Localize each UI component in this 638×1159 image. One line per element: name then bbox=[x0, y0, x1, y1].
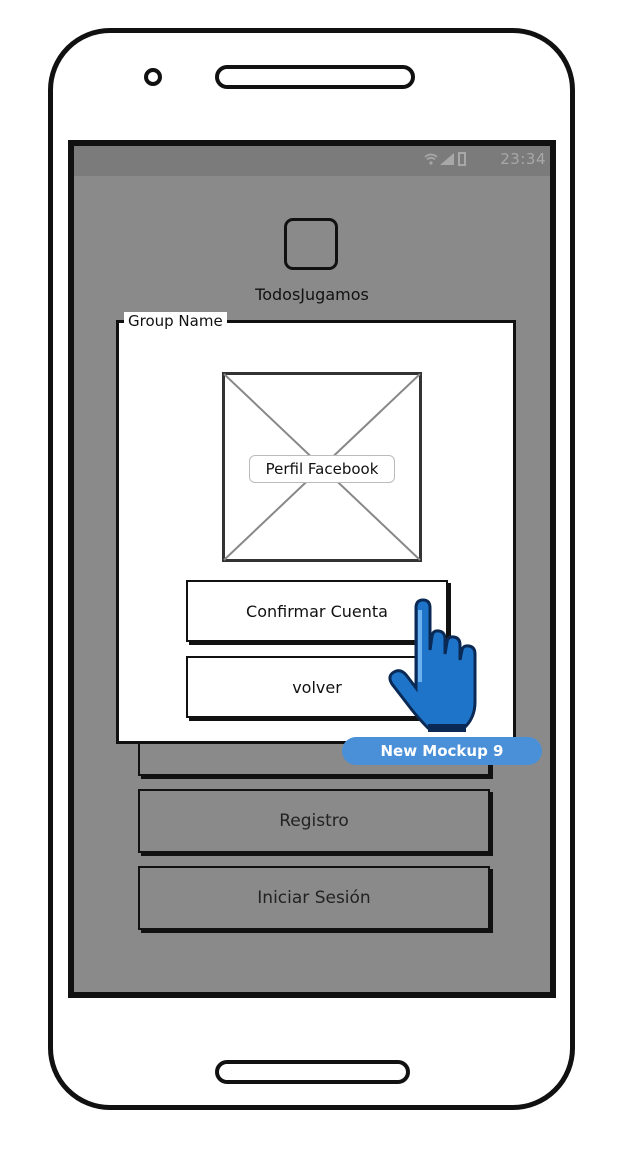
wifi-icon bbox=[424, 153, 438, 165]
speaker-grille bbox=[215, 65, 415, 89]
signal-icon bbox=[440, 153, 454, 165]
hand-pointer-icon bbox=[388, 598, 477, 732]
app-logo-icon bbox=[284, 218, 338, 270]
status-bar bbox=[74, 146, 550, 176]
image-caption: Perfil Facebook bbox=[249, 455, 395, 483]
battery-icon bbox=[458, 152, 466, 166]
group-name-label: Group Name bbox=[124, 312, 227, 330]
status-time: 23:34 bbox=[500, 150, 546, 168]
app-title: TodosJugamos bbox=[255, 285, 369, 304]
camera-icon bbox=[144, 68, 162, 86]
login-button[interactable]: Iniciar Sesión bbox=[138, 866, 490, 930]
register-button[interactable]: Registro bbox=[138, 789, 490, 853]
home-button[interactable] bbox=[215, 1060, 410, 1084]
mockup-badge: New Mockup 9 bbox=[342, 737, 542, 765]
